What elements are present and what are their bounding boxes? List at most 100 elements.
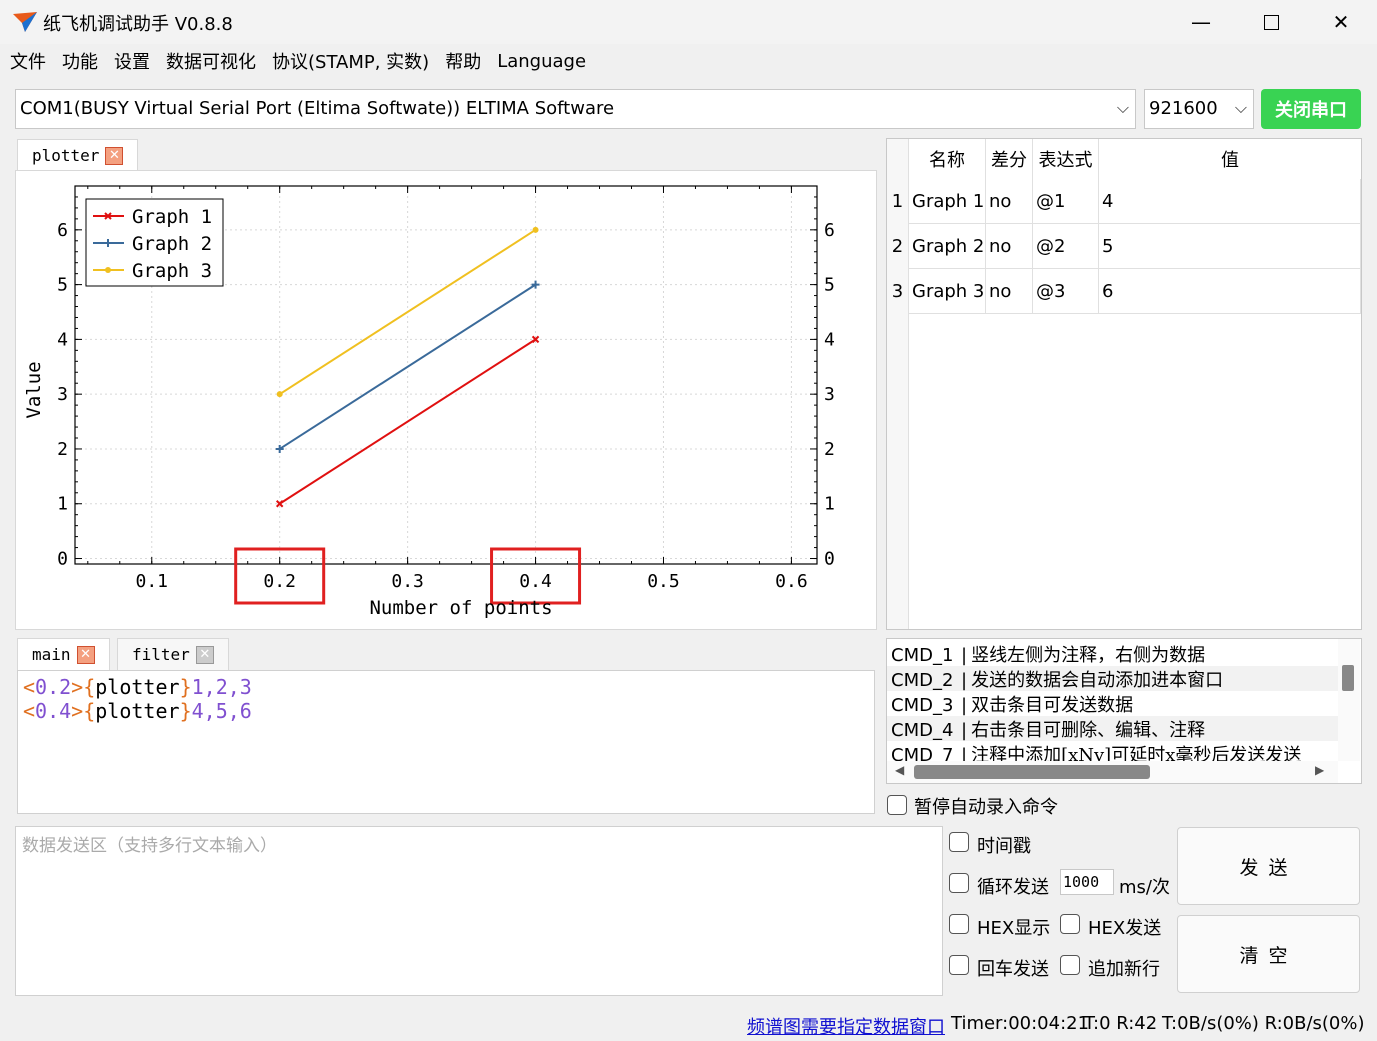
close-tab-icon[interactable]: ✕: [195, 645, 214, 664]
cell-name[interactable]: Graph 3: [909, 269, 986, 314]
timestamp-checkbox[interactable]: [949, 832, 969, 852]
baud-select-value: 921600: [1149, 98, 1218, 119]
send-placeholder: 数据发送区（支持多行文本输入）: [22, 836, 277, 856]
tab-main[interactable]: main ✕: [17, 638, 110, 670]
menu-function[interactable]: 功能: [62, 48, 98, 74]
auto-record-checkbox[interactable]: [887, 795, 907, 815]
cell-expr[interactable]: @3: [1033, 269, 1099, 314]
scroll-thumb[interactable]: [1342, 665, 1354, 691]
data-value: 6: [239, 699, 252, 723]
maximize-icon: [1263, 14, 1279, 30]
command-name: CMD_1: [891, 645, 954, 666]
command-separator: |: [961, 695, 968, 716]
append-newline-checkbox[interactable]: [1060, 955, 1080, 975]
angle-close: >: [71, 699, 84, 723]
cell-expr[interactable]: @2: [1033, 224, 1099, 269]
col-header-name[interactable]: 名称: [909, 139, 986, 179]
row-index[interactable]: 3: [887, 269, 909, 314]
table-row[interactable]: 1 Graph 1 no @1 4: [887, 179, 1361, 224]
scroll-right-icon[interactable]: ▶: [1315, 763, 1324, 777]
series-line: [279, 228, 537, 396]
title-bar: 纸飞机调试助手 V0.8.8 — ✕: [0, 0, 1377, 44]
y-tick-label-left: 6: [57, 220, 68, 241]
scroll-thumb[interactable]: [914, 765, 1150, 779]
receive-line: <0.4>{plotter}4,5,6: [23, 699, 869, 723]
menu-language[interactable]: Language: [497, 51, 586, 72]
timestamp-value: 0.4: [35, 699, 72, 723]
cell-diff[interactable]: no: [986, 269, 1033, 314]
row-index[interactable]: 2: [887, 224, 909, 269]
receive-text-area[interactable]: <0.2>{plotter}1,2,3 <0.4>{plotter}4,5,6: [17, 670, 875, 814]
enter-send-checkbox[interactable]: [949, 955, 969, 975]
col-header-expr[interactable]: 表达式: [1033, 139, 1099, 179]
hex-send-checkbox[interactable]: [1060, 914, 1080, 934]
chevron-down-icon: ⌵: [1234, 98, 1247, 117]
minimize-icon: —: [1191, 10, 1211, 34]
data-point-marker: [532, 226, 539, 233]
append-newline-label: 追加新行: [1088, 959, 1160, 980]
cell-value[interactable]: 4: [1099, 179, 1361, 224]
series-line: [279, 283, 537, 450]
send-text-area[interactable]: 数据发送区（支持多行文本输入）: [15, 826, 943, 996]
status-timer: Timer:00:04:21: [951, 1013, 1090, 1034]
table-row[interactable]: 3 Graph 3 no @3 6: [887, 269, 1361, 314]
menu-help[interactable]: 帮助: [445, 48, 481, 74]
col-header-diff[interactable]: 差分: [986, 139, 1033, 179]
close-window-button[interactable]: ✕: [1306, 0, 1376, 44]
menu-file[interactable]: 文件: [10, 48, 46, 74]
receive-line: <0.2>{plotter}1,2,3: [23, 675, 869, 699]
enter-send-label: 回车发送: [977, 959, 1049, 980]
menu-visualization[interactable]: 数据可视化: [166, 48, 256, 74]
command-item[interactable]: CMD_2 | 发送的数据会自动添加进本窗口: [887, 666, 1338, 691]
x-axis-label: Number of points: [369, 597, 552, 619]
interval-input[interactable]: 1000: [1060, 869, 1114, 895]
data-point-marker: [105, 267, 111, 273]
clear-button[interactable]: 清空: [1177, 915, 1360, 993]
window-title: 纸飞机调试助手 V0.8.8: [43, 14, 233, 35]
vertical-scrollbar[interactable]: [1338, 639, 1360, 761]
cell-value[interactable]: 5: [1099, 224, 1361, 269]
cell-value[interactable]: 6: [1099, 269, 1361, 314]
scroll-left-icon[interactable]: ◀: [895, 763, 904, 777]
command-item[interactable]: CMD_3 | 双击条目可发送数据: [891, 691, 1133, 716]
send-button[interactable]: 发送: [1177, 827, 1360, 905]
table-row[interactable]: 2 Graph 2 no @2 5: [887, 224, 1361, 269]
y-tick-label-left: 3: [57, 384, 68, 405]
loop-send-checkbox[interactable]: [949, 873, 969, 893]
col-header-value[interactable]: 值: [1099, 139, 1361, 179]
data-value: 1: [191, 675, 204, 699]
close-tab-icon[interactable]: ✕: [76, 645, 95, 664]
horizontal-scrollbar[interactable]: ◀ ▶: [887, 761, 1338, 783]
menu-protocol[interactable]: 协议(STAMP, 实数): [272, 48, 429, 74]
tab-filter[interactable]: filter ✕: [117, 638, 229, 670]
spectrum-hint-link[interactable]: 频谱图需要指定数据窗口: [747, 1013, 945, 1039]
command-item[interactable]: CMD_1 | 竖线左侧为注释，右侧为数据: [891, 641, 1205, 666]
data-value: 4: [191, 699, 204, 723]
cell-expr[interactable]: @1: [1033, 179, 1099, 224]
tab-plotter[interactable]: plotter ✕: [17, 139, 139, 171]
x-tick-label: 0.3: [391, 571, 424, 592]
cell-name[interactable]: Graph 2: [909, 224, 986, 269]
brace-open: {: [83, 699, 96, 723]
row-index[interactable]: 1: [887, 179, 909, 224]
command-description: 双击条目可发送数据: [971, 695, 1134, 716]
legend-label: Graph 3: [132, 260, 212, 282]
maximize-button[interactable]: [1236, 0, 1306, 44]
x-tick-label: 0.4: [519, 571, 552, 592]
port-select[interactable]: COM1(BUSY Virtual Serial Port (Eltima So…: [15, 89, 1136, 129]
baud-select[interactable]: 921600 ⌵: [1144, 89, 1254, 129]
cell-diff[interactable]: no: [986, 179, 1033, 224]
command-separator: |: [961, 720, 968, 741]
command-description: 竖线左侧为注释，右侧为数据: [971, 645, 1206, 666]
close-tab-icon[interactable]: ✕: [105, 146, 124, 165]
cell-diff[interactable]: no: [986, 224, 1033, 269]
hex-display-checkbox[interactable]: [949, 914, 969, 934]
cell-name[interactable]: Graph 1: [909, 179, 986, 224]
hex-display-label: HEX显示: [977, 918, 1051, 939]
command-list[interactable]: CMD_1 | 竖线左侧为注释，右侧为数据 CMD_2 | 发送的数据会自动添加进本窗口 C…: [886, 638, 1362, 784]
command-item[interactable]: CMD_4 | 右击条目可删除、编辑、注释: [887, 716, 1338, 741]
minimize-button[interactable]: —: [1166, 0, 1236, 44]
tab-filter-label: filter: [132, 645, 190, 664]
menu-settings[interactable]: 设置: [114, 48, 150, 74]
close-port-button[interactable]: 关闭串口: [1261, 89, 1361, 129]
